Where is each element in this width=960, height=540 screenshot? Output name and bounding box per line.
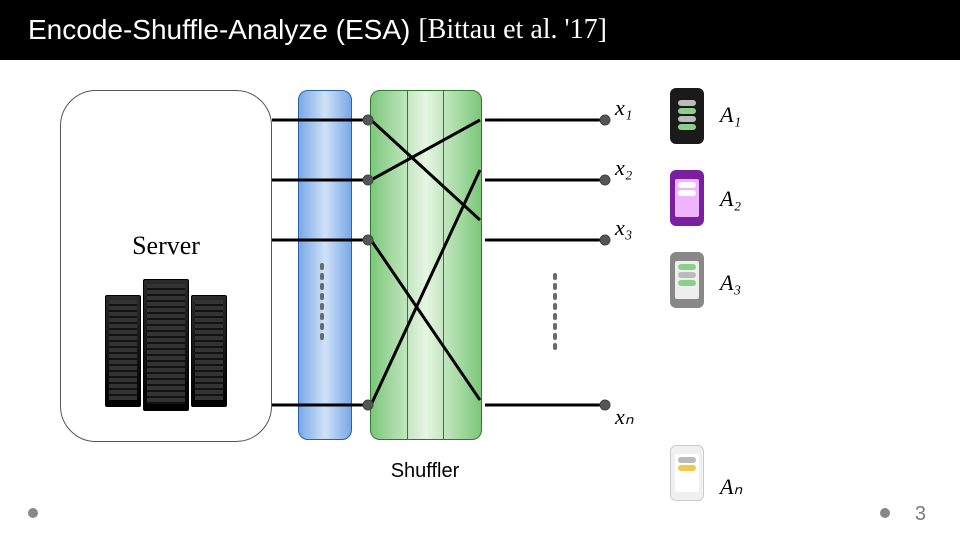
slide-bullet-icon [880, 508, 890, 518]
flow-arrows [60, 90, 900, 480]
client-arrow-2 [485, 175, 610, 185]
phone-icon [670, 88, 704, 144]
page-number: 3 [915, 503, 926, 526]
x-label: xₙ [615, 404, 655, 430]
server-arrow-1 [272, 115, 373, 125]
a-label: A₃ [720, 270, 742, 296]
x-label: x₁ [615, 95, 655, 121]
a-label: A₁ [720, 102, 742, 128]
client-arrow-3 [485, 235, 610, 245]
shuffle-line [371, 170, 480, 405]
phone-icon [670, 170, 704, 226]
shuffle-line [371, 240, 480, 400]
ellipsis-icon [615, 275, 655, 370]
phone-icon [670, 252, 704, 308]
a-label: A₂ [720, 186, 742, 212]
server-arrow-3 [272, 235, 373, 245]
client-arrow-n [485, 400, 610, 410]
server-arrow-2 [272, 175, 373, 185]
x-column: x₁ x₂ x₃ xₙ [615, 95, 655, 430]
slide: Encode-Shuffle-Analyze (ESA) [Bittau et … [0, 0, 960, 540]
server-arrow-n [272, 400, 373, 410]
a-column: A₁ A₂ A₃ Aₙ [720, 102, 742, 500]
phone-icon [670, 445, 704, 501]
x-label: x₂ [615, 155, 655, 181]
title-citation: [Bittau et al. '17] [418, 14, 607, 46]
slide-bullet-icon [28, 508, 38, 518]
client-arrow-1 [485, 115, 610, 125]
title-bar: Encode-Shuffle-Analyze (ESA) [Bittau et … [0, 0, 960, 60]
x-label: x₃ [615, 215, 655, 241]
diagram-area: Server Shuffler [60, 90, 900, 480]
title-esa: Encode-Shuffle-Analyze (ESA) [28, 14, 410, 46]
phone-column [670, 88, 704, 501]
a-label: Aₙ [720, 474, 742, 500]
